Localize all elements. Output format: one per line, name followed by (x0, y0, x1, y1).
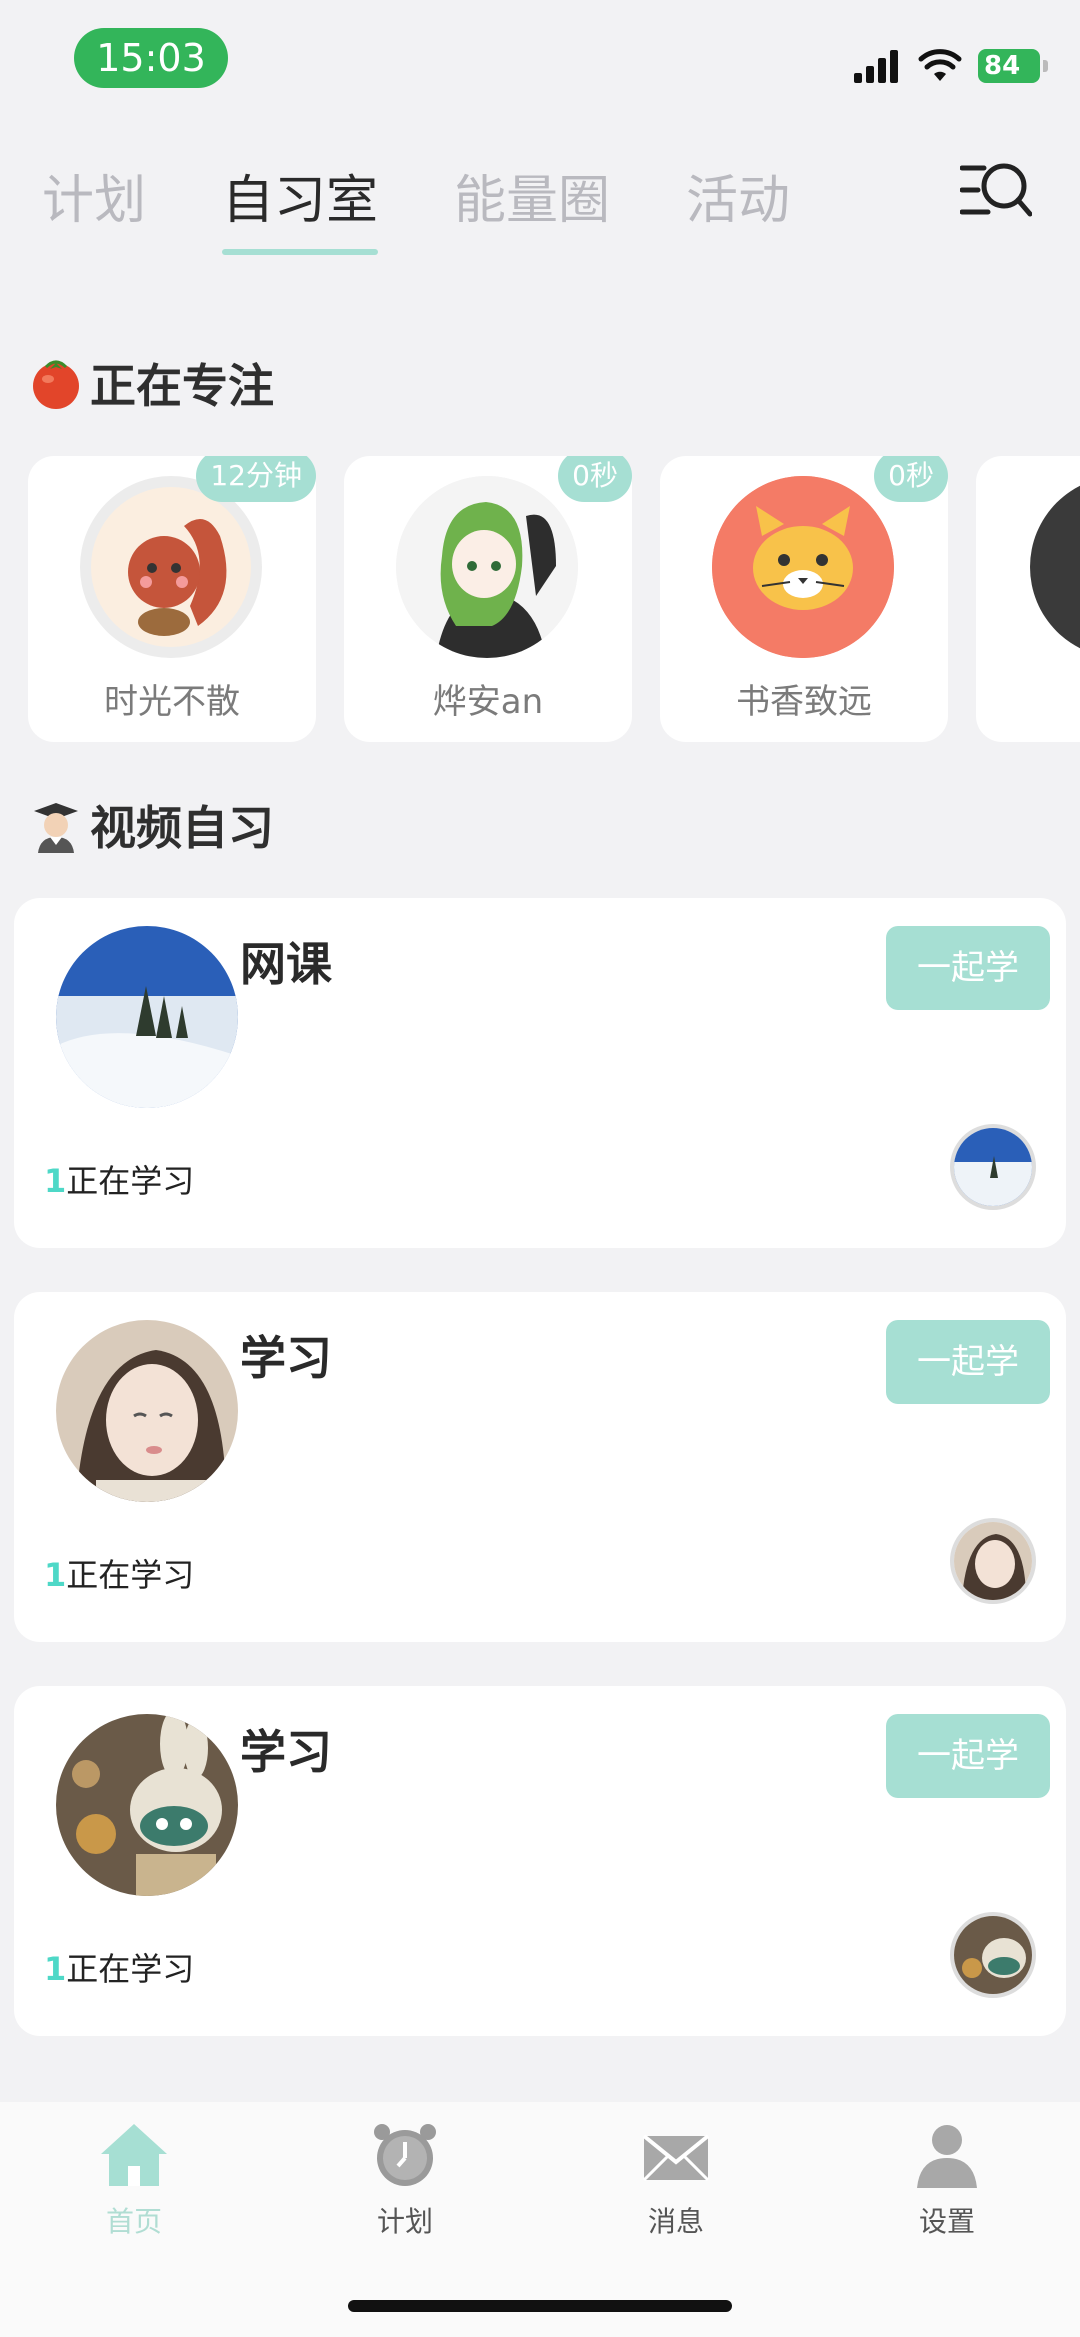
join-study-button[interactable]: 一起学 (886, 926, 1050, 1010)
envelope-icon (642, 2134, 710, 2182)
tomato-icon (33, 360, 79, 409)
signal-icon (854, 50, 898, 83)
person-icon (917, 2125, 977, 2188)
focus-duration-badge: 0秒 (558, 456, 632, 502)
focusing-users-list: 时光不散 12分钟 烨安an 0秒 书香致远 0秒 (28, 456, 1080, 742)
room-title: 学习 (240, 1331, 332, 1385)
study-room-card[interactable]: 网课 一起学 1正在学习 (14, 898, 1066, 1248)
home-indicator (348, 2300, 732, 2312)
section-title-text: 正在专注 (90, 359, 274, 413)
nav-item-plan[interactable]: 计划 (325, 2122, 485, 2240)
focus-user-card[interactable]: 书香致远 0秒 (660, 456, 948, 742)
squirrel-avatar-icon (91, 487, 251, 647)
wifi-icon (918, 49, 962, 81)
focus-user-card[interactable]: 时光不散 12分钟 (28, 456, 316, 742)
girl-portrait-image (56, 1320, 238, 1502)
tab-energy-circle[interactable]: 能量圈 (454, 158, 610, 233)
focus-user-card-partial[interactable] (976, 456, 1080, 742)
focus-user-name: 书香致远 (736, 682, 872, 722)
nav-item-messages[interactable]: 消息 (596, 2122, 756, 2240)
alarm-clock-icon (374, 2124, 436, 2186)
cat-avatar-icon (712, 476, 894, 658)
member-avatar[interactable] (950, 1912, 1036, 1998)
room-avatar (56, 1714, 238, 1896)
focus-duration-badge: 12分钟 (196, 456, 316, 502)
avatar (80, 476, 262, 658)
home-icon (101, 2124, 167, 2186)
study-count-number: 1 (44, 1162, 67, 1200)
snow-landscape-image (954, 1128, 1032, 1206)
join-study-button[interactable]: 一起学 (886, 1320, 1050, 1404)
avatar (1030, 476, 1080, 658)
status-time: 15:03 (74, 28, 228, 88)
plush-doll-image (954, 1916, 1032, 1994)
focus-user-name: 烨安an (432, 682, 544, 722)
nav-label: 计划 (376, 2205, 433, 2238)
room-study-count: 1正在学习 (44, 1944, 194, 1990)
room-title: 网课 (240, 937, 332, 991)
section-title-focusing: 正在专注 (28, 350, 274, 416)
focus-user-card[interactable]: 烨安an 0秒 (344, 456, 632, 742)
nav-label: 设置 (918, 2205, 975, 2238)
join-study-button[interactable]: 一起学 (886, 1714, 1050, 1798)
focus-user-name: 时光不散 (104, 682, 240, 722)
study-count-label: 正在学习 (66, 1556, 195, 1594)
focus-duration-badge: 0秒 (874, 456, 948, 502)
room-study-count: 1正在学习 (44, 1550, 194, 1596)
tab-activity[interactable]: 活动 (686, 158, 790, 233)
room-avatar (56, 926, 238, 1108)
room-study-count: 1正在学习 (44, 1156, 194, 1202)
nav-item-home[interactable]: 首页 (54, 2122, 214, 2240)
member-avatar[interactable] (950, 1518, 1036, 1604)
graduate-icon (34, 803, 78, 853)
top-tabs: 计划 自习室 能量圈 活动 (42, 158, 866, 255)
status-icons: 84 (854, 44, 1048, 88)
nav-item-settings[interactable]: 设置 (867, 2122, 1027, 2240)
tab-study-room[interactable]: 自习室 (222, 158, 379, 255)
study-count-number: 1 (44, 1556, 67, 1594)
girl-portrait-image (954, 1522, 1032, 1600)
menu-search-icon[interactable] (960, 160, 1032, 220)
plush-doll-image (56, 1714, 238, 1896)
avatar (396, 476, 578, 658)
member-avatar[interactable] (950, 1124, 1036, 1210)
room-title: 学习 (240, 1725, 332, 1779)
study-room-card[interactable]: 学习 一起学 1正在学习 (14, 1292, 1066, 1642)
room-avatar (56, 1320, 238, 1502)
tab-plan[interactable]: 计划 (42, 158, 146, 233)
nav-label: 首页 (105, 2205, 162, 2238)
section-title-video-study: 视频自习 (28, 792, 274, 858)
battery-indicator: 84 (978, 49, 1048, 83)
section-title-text: 视频自习 (90, 801, 274, 855)
nav-label: 消息 (647, 2205, 704, 2238)
anime-girl-avatar-icon (396, 476, 578, 658)
study-count-label: 正在学习 (66, 1950, 195, 1988)
study-count-label: 正在学习 (66, 1162, 195, 1200)
study-room-card[interactable]: 学习 一起学 1正在学习 (14, 1686, 1066, 2036)
study-count-number: 1 (44, 1950, 67, 1988)
snow-landscape-image (56, 926, 238, 1108)
avatar (712, 476, 894, 658)
